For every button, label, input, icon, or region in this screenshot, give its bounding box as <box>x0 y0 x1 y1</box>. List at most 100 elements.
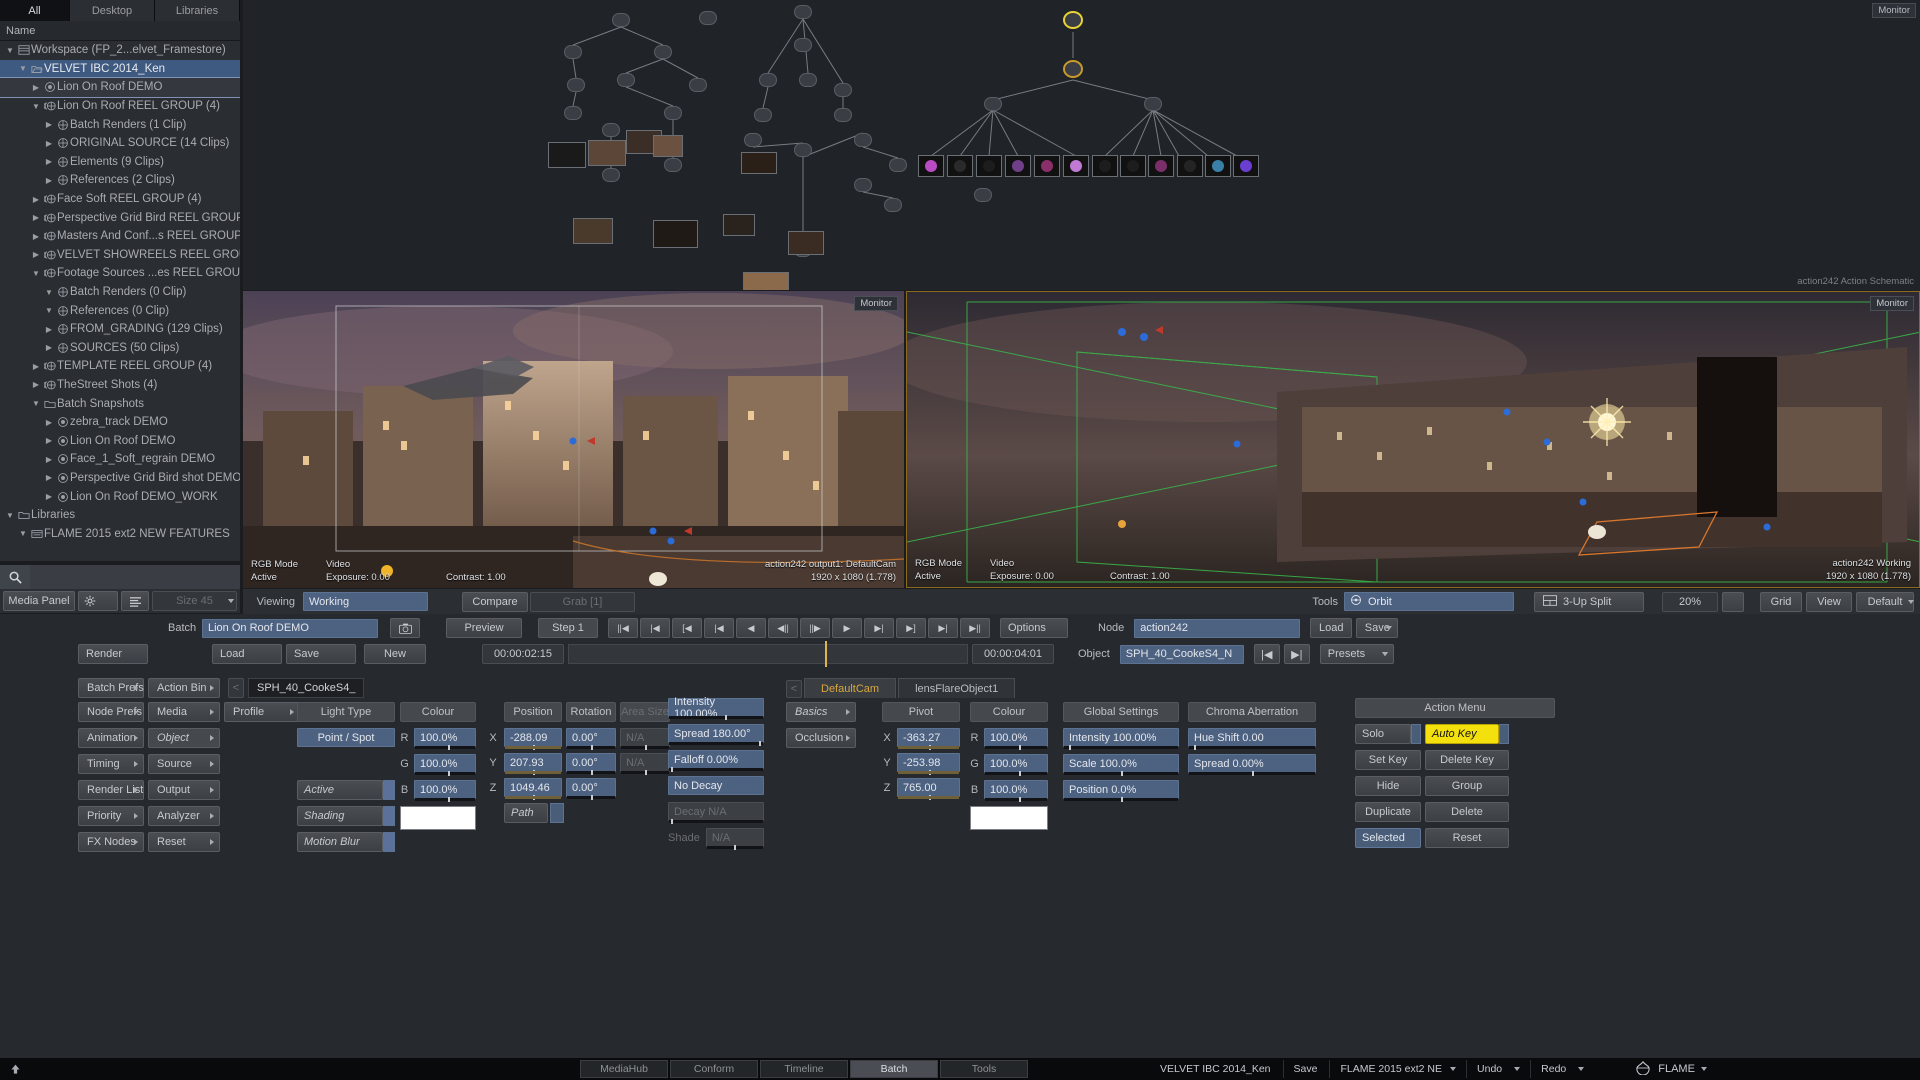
batch-playhead[interactable] <box>825 641 827 667</box>
schematic-leaf-node[interactable] <box>1233 155 1259 177</box>
active-button[interactable]: Active <box>297 780 383 800</box>
chevron-right-icon[interactable]: ▶ <box>43 473 55 482</box>
object-basics-button[interactable]: Basics <box>786 702 856 722</box>
tree-item[interactable]: ▼ VELVET IBC 2014_Ken <box>0 59 240 79</box>
schematic-thumbnail-node[interactable] <box>788 231 824 255</box>
options-dropdown[interactable]: Options <box>1000 618 1068 638</box>
tree-item[interactable]: ▼ Workspace (FP_2...elvet_Framestore) <box>0 41 240 60</box>
transport-button-9[interactable]: ▶] <box>896 618 926 638</box>
path-toggle[interactable] <box>550 803 564 823</box>
tree-item[interactable]: ▶ Perspective Grid Bird REEL GROUP (6) <box>0 208 240 227</box>
schematic-node[interactable] <box>602 123 620 137</box>
schematic-node[interactable] <box>984 97 1002 111</box>
light-colour-swatch[interactable] <box>400 806 476 830</box>
schematic-thumbnail-node[interactable] <box>573 218 613 244</box>
schematic-thumbnail-node[interactable] <box>653 220 698 248</box>
zoom-dropdown[interactable] <box>1722 591 1744 612</box>
grid-button[interactable]: Grid <box>1760 591 1802 612</box>
chevron-down-icon[interactable]: ▼ <box>43 306 55 315</box>
search-input[interactable] <box>30 565 240 589</box>
chevron-right-icon[interactable]: ▶ <box>30 362 42 371</box>
chevron-down-icon[interactable]: ▼ <box>30 269 42 278</box>
menu-priority-button[interactable]: Priority <box>78 806 144 826</box>
tree-item[interactable]: ▶ zebra_track DEMO <box>0 413 240 432</box>
breadcrumb-back-button[interactable]: < <box>228 678 244 698</box>
transport-button-7[interactable]: ▶ <box>832 618 862 638</box>
default-button[interactable]: Default <box>1856 591 1914 612</box>
channel-slider[interactable]: 100.0% <box>414 780 476 802</box>
group-button[interactable]: Group <box>1425 776 1509 796</box>
prev-object-button[interactable]: |◀ <box>1253 644 1280 664</box>
pivot-y-slider[interactable]: -253.98 <box>897 753 960 775</box>
schematic-thumbnail-node[interactable] <box>743 272 789 290</box>
chevron-down-icon[interactable]: ▼ <box>17 64 29 73</box>
schematic-thumbnail-node[interactable] <box>588 140 626 166</box>
save-button-bottom[interactable]: Save <box>1282 1060 1328 1078</box>
media-tab-libraries[interactable]: Libraries <box>155 0 240 21</box>
schematic-node[interactable] <box>744 133 762 147</box>
menu-animation-button[interactable]: Animation <box>78 728 144 748</box>
channel-slider[interactable]: 100.0% <box>984 780 1048 802</box>
tree-item[interactable]: ▼ Libraries <box>0 506 240 525</box>
schematic-node[interactable] <box>854 133 872 147</box>
schematic-leaf-node[interactable] <box>1034 155 1060 177</box>
tree-item[interactable]: ▼ Footage Sources ...es REEL GROUP (4) <box>0 264 240 283</box>
schematic-node[interactable] <box>612 13 630 27</box>
schematic-thumbnail-node[interactable] <box>741 152 777 174</box>
schematic-node-selected[interactable] <box>1063 11 1083 29</box>
global-setting-0[interactable]: Intensity 100.00% <box>1063 728 1179 750</box>
menu-object-button[interactable]: Object <box>148 728 220 748</box>
rotation-z-slider[interactable]: 0.00° <box>566 778 616 800</box>
tree-item[interactable]: ▼ Batch Snapshots <box>0 394 240 413</box>
schematic-node[interactable] <box>689 78 707 92</box>
menu-timing-button[interactable]: Timing <box>78 754 144 774</box>
schematic-node[interactable] <box>564 106 582 120</box>
transport-button-8[interactable]: ▶| <box>864 618 894 638</box>
schematic-node[interactable] <box>754 108 772 122</box>
reset-button[interactable]: Reset <box>1425 828 1509 848</box>
object-tab-defaultcam[interactable]: DefaultCam <box>804 678 897 698</box>
zoom-level[interactable]: 20% <box>1662 591 1718 612</box>
schematic-leaf-node[interactable] <box>1148 155 1174 177</box>
schematic-node[interactable] <box>794 143 812 157</box>
thumbnail-size-slider[interactable]: Size 45 <box>152 591 237 611</box>
viewer-right[interactable]: Monitor RGB Mode Active Video Exposure: … <box>906 291 1920 588</box>
duplicate-button[interactable]: Duplicate <box>1355 802 1421 822</box>
chevron-right-icon[interactable]: ▶ <box>43 157 55 166</box>
tool-select[interactable]: Orbit <box>1344 592 1514 611</box>
menu-output-button[interactable]: Output <box>148 780 220 800</box>
transport-button-4[interactable]: ◀ <box>736 618 766 638</box>
chevron-right-icon[interactable]: ▶ <box>30 195 42 204</box>
transport-button-5[interactable]: ◀|| <box>768 618 798 638</box>
tree-item[interactable]: ▶ Elements (9 Clips) <box>0 153 240 172</box>
channel-slider[interactable]: 100.0% <box>414 728 476 750</box>
viewer-left[interactable]: Monitor RGB Mode Active Video Exposure: … <box>243 291 904 588</box>
schematic-node[interactable] <box>567 78 585 92</box>
chevron-right-icon[interactable]: ▶ <box>43 139 55 148</box>
menu-media-button[interactable]: Media <box>148 702 220 722</box>
rotation-x-slider[interactable]: 0.00° <box>566 728 616 750</box>
chevron-down-icon[interactable]: ▼ <box>17 529 29 538</box>
next-object-button[interactable]: ▶| <box>1283 644 1310 664</box>
set-key-button[interactable]: Set Key <box>1355 750 1421 770</box>
object-name-field[interactable]: SPH_40_CookeS4_N <box>1119 644 1244 664</box>
presets-dropdown[interactable]: Presets <box>1319 644 1394 664</box>
schematic-node[interactable] <box>699 11 717 25</box>
schematic-node[interactable] <box>564 45 582 59</box>
object-panel-back-button[interactable]: < <box>786 680 802 698</box>
chevron-right-icon[interactable]: ▶ <box>30 83 42 92</box>
transport-button-11[interactable]: ▶|| <box>960 618 990 638</box>
schematic-node[interactable] <box>794 38 812 52</box>
schematic-leaf-node[interactable] <box>1063 155 1089 177</box>
menu-reset-button[interactable]: Reset <box>148 832 220 852</box>
new-button[interactable]: New <box>364 644 426 664</box>
schematic-leaf-node[interactable] <box>1205 155 1231 177</box>
tree-item[interactable]: ▶ Face Soft REEL GROUP (4) <box>0 190 240 209</box>
transport-button-6[interactable]: ||▶ <box>800 618 830 638</box>
tree-item[interactable]: ▼ References (0 Clip) <box>0 301 240 320</box>
chroma-setting-1[interactable]: Spread 0.00% <box>1188 754 1316 776</box>
light-type-select[interactable]: Point / Spot <box>297 728 395 747</box>
schematic-thumbnail-node[interactable] <box>548 142 586 168</box>
breadcrumb[interactable]: SPH_40_CookeS4_ <box>248 678 365 698</box>
schematic-node[interactable] <box>664 158 682 172</box>
